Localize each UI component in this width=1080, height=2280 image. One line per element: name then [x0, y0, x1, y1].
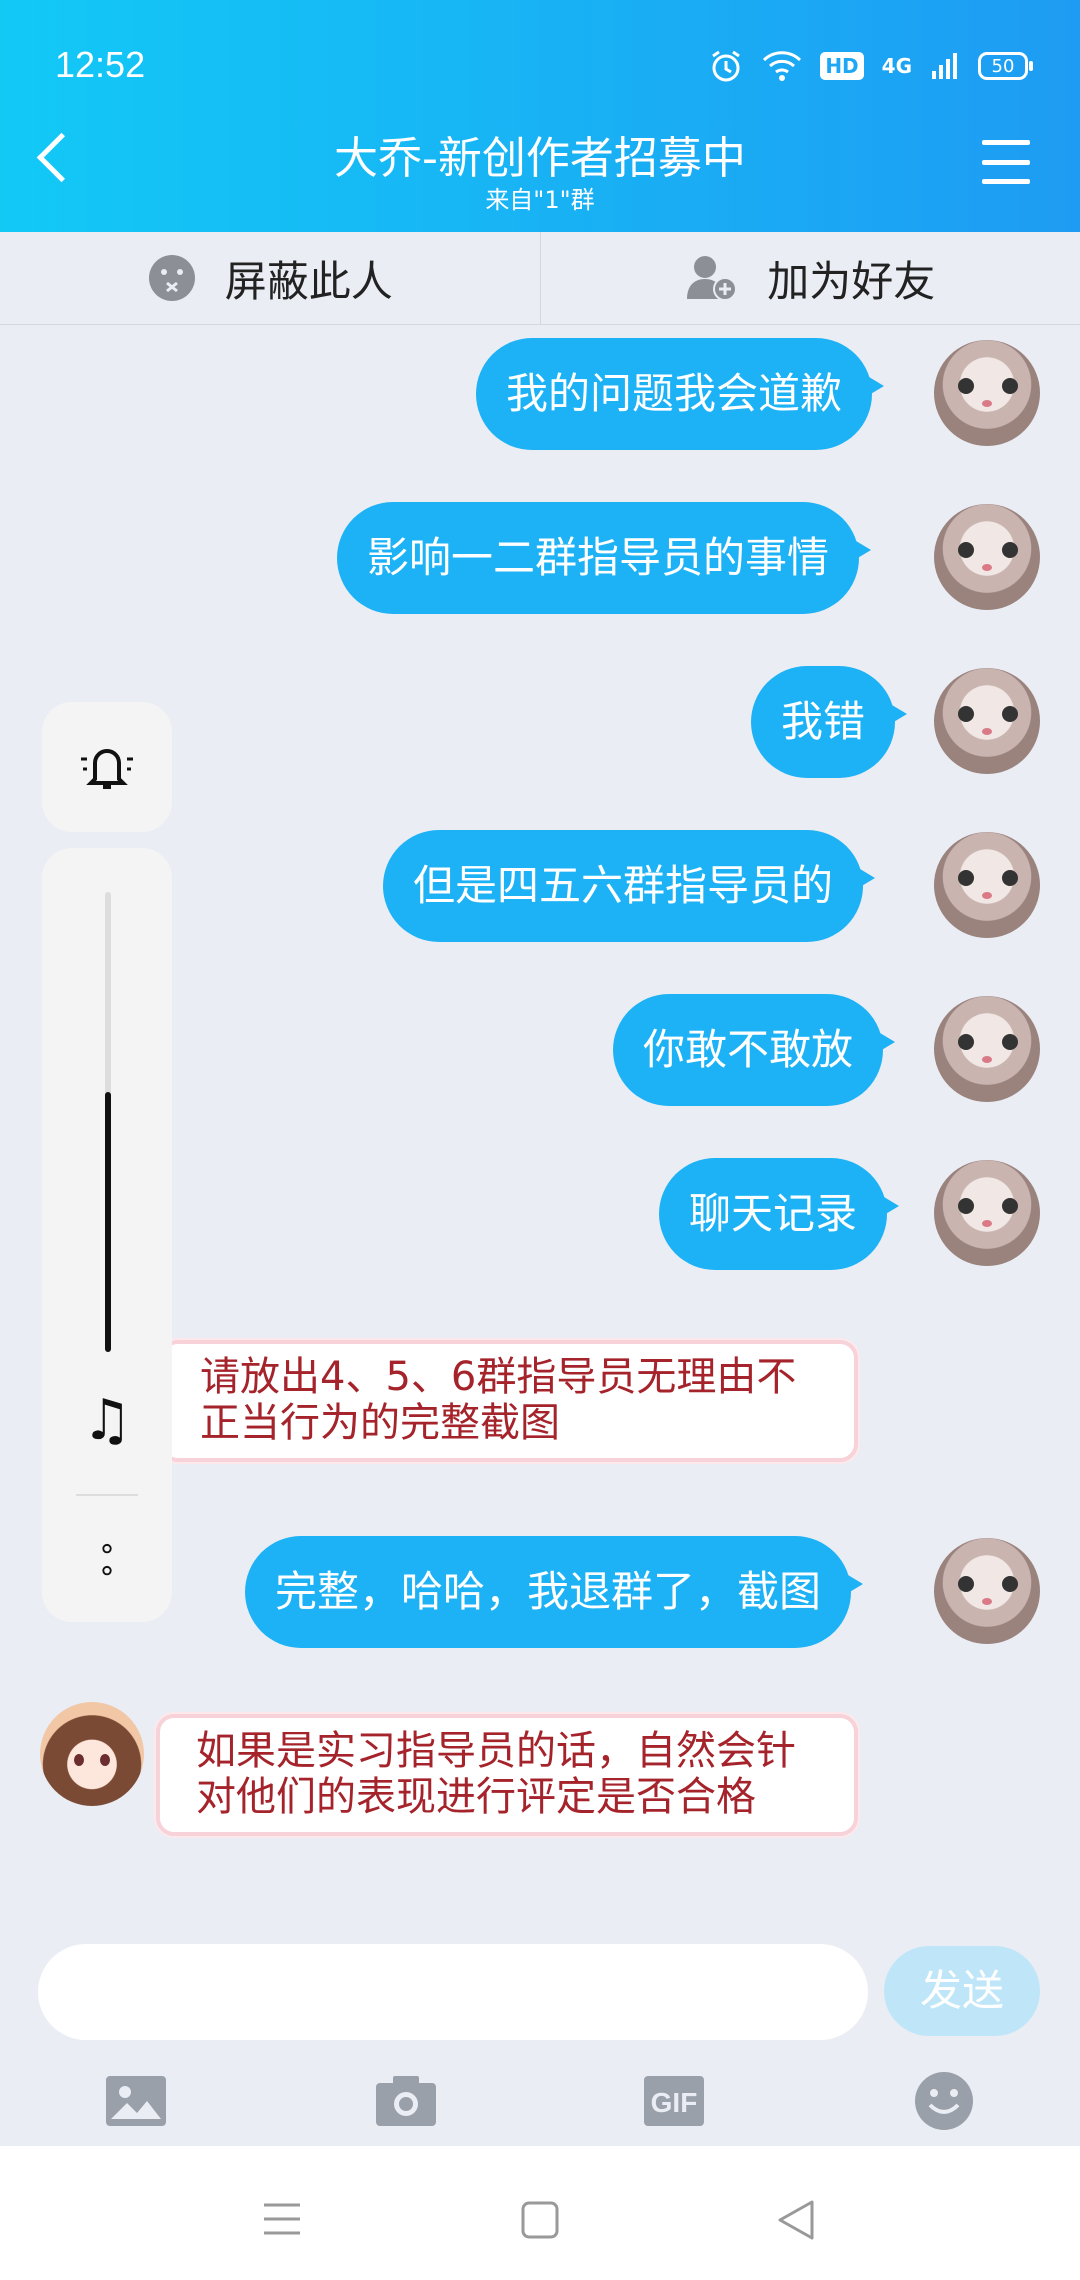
chat-header: 12:52 HD 4G 50 大乔-新创作者招募中 来自"1"群 [0, 0, 1080, 232]
avatar[interactable] [934, 996, 1040, 1102]
send-button[interactable]: 发送 [884, 1946, 1040, 2036]
avatar[interactable] [934, 504, 1040, 610]
volume-panel: ♫ ∘ ∘ [42, 848, 172, 1622]
camera-button[interactable] [366, 2066, 446, 2136]
avatar[interactable] [934, 340, 1040, 446]
signal-icon [932, 53, 957, 79]
message-bubble[interactable]: 影响一二群指导员的事情 [337, 502, 872, 614]
volume-level[interactable] [105, 1092, 111, 1352]
image-icon [106, 2076, 166, 2126]
menu-button[interactable] [982, 140, 1030, 184]
image-button[interactable] [96, 2066, 176, 2136]
avatar[interactable] [934, 832, 1040, 938]
message-bubble[interactable]: 我的问题我会道歉 [476, 338, 885, 450]
gif-button[interactable]: GIF [634, 2066, 714, 2136]
emoji-icon [915, 2072, 973, 2130]
message-bubble[interactable]: 完整，哈哈，我退群了，截图 [245, 1536, 864, 1648]
volume-divider [76, 1494, 138, 1496]
emoji-button[interactable] [904, 2066, 984, 2136]
gif-icon: GIF [644, 2076, 704, 2126]
message-bubble[interactable]: 但是四五六群指导员的 [383, 830, 876, 942]
message-input[interactable] [38, 1944, 868, 2040]
block-user-button[interactable]: 屏蔽此人 [0, 232, 540, 324]
menu-nav-icon[interactable] [262, 2202, 302, 2236]
block-icon [148, 255, 195, 301]
message-bubble[interactable]: 你敢不敢放 [613, 994, 896, 1106]
message-bubble[interactable]: 如果是实习指导员的话，自然会针对他们的表现进行评定是否合格 [156, 1714, 858, 1836]
hd-badge: HD [820, 52, 864, 80]
block-user-label: 屏蔽此人 [224, 256, 393, 306]
avatar[interactable] [40, 1702, 144, 1806]
home-nav-icon[interactable] [520, 2200, 560, 2240]
message-bubble[interactable]: 聊天记录 [659, 1158, 900, 1270]
add-friend-label: 加为好友 [767, 256, 936, 306]
ringer-button[interactable] [42, 702, 172, 832]
action-bar: 屏蔽此人 加为好友 [0, 232, 1080, 325]
network-label: 4G [881, 54, 912, 78]
chat-title: 大乔-新创作者招募中 [334, 133, 746, 184]
svg-text:GIF: GIF [651, 2087, 698, 2118]
battery-icon: 50 [978, 52, 1033, 80]
wifi-icon [763, 51, 802, 81]
add-friend-button[interactable]: 加为好友 [541, 232, 1080, 324]
status-icons: HD 4G 50 [708, 46, 1033, 86]
camera-icon [376, 2076, 436, 2126]
avatar[interactable] [934, 668, 1040, 774]
music-note-icon: ♫ [81, 1388, 133, 1453]
bell-icon [81, 749, 133, 789]
avatar[interactable] [934, 1538, 1040, 1644]
avatar[interactable] [934, 1160, 1040, 1266]
message-bubble[interactable]: 请放出4、5、6群指导员无理由不正当行为的完整截图 [160, 1340, 858, 1462]
back-nav-icon[interactable] [776, 2198, 816, 2242]
message-bubble[interactable]: 我错 [751, 666, 908, 778]
status-time: 12:52 [55, 44, 146, 85]
more-options-icon[interactable]: ∘ ∘ [42, 1534, 172, 1586]
system-nav-bar [0, 2146, 1080, 2280]
chat-subtitle: 来自"1"群 [485, 186, 595, 214]
alarm-icon [712, 50, 741, 82]
add-friend-icon [687, 256, 738, 301]
